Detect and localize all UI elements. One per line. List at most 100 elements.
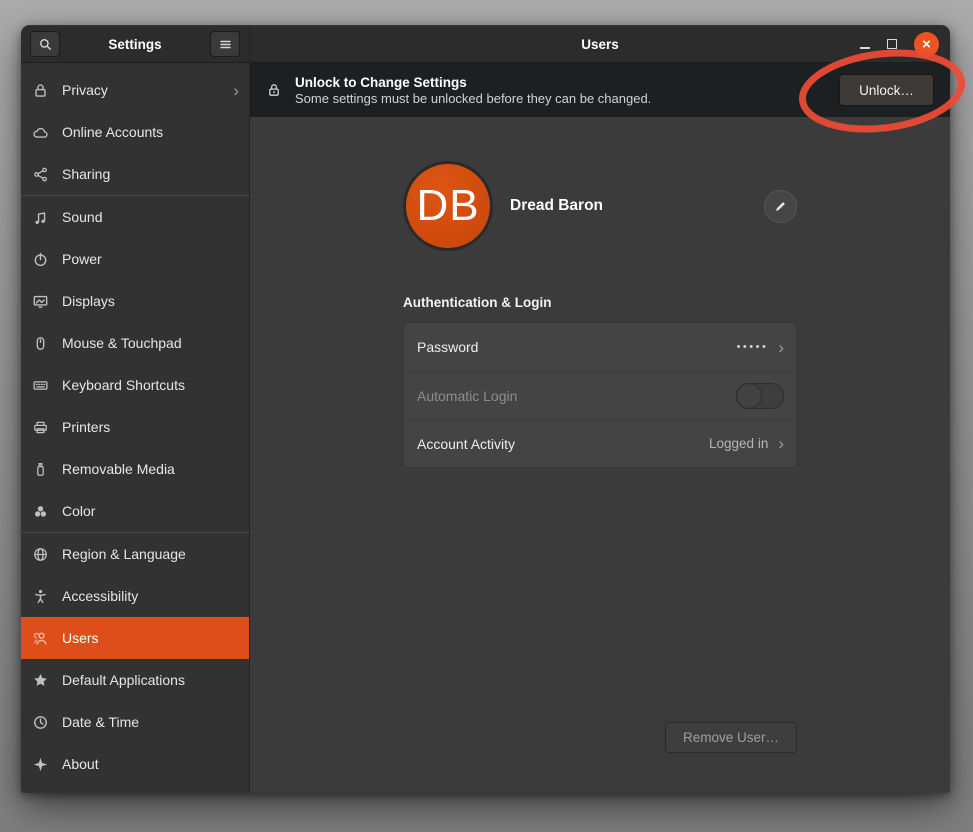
user-full-name: Dread Baron — [510, 197, 603, 215]
sidebar-item-sound[interactable]: Sound — [21, 196, 249, 238]
settings-window: Settings Users × Privacy › — [21, 25, 950, 793]
display-icon — [32, 293, 49, 310]
sidebar-item-label: Mouse & Touchpad — [62, 335, 239, 351]
printer-icon — [32, 419, 49, 436]
sidebar-item-keyboard-shortcuts[interactable]: Keyboard Shortcuts — [21, 364, 249, 406]
sidebar-item-about[interactable]: About — [21, 743, 249, 785]
sidebar-item-label: Keyboard Shortcuts — [62, 377, 239, 393]
sidebar-item-power[interactable]: Power — [21, 238, 249, 280]
globe-icon — [32, 546, 49, 563]
power-icon — [32, 251, 49, 268]
password-value: ••••• — [737, 341, 769, 353]
sidebar-item-displays[interactable]: Displays — [21, 280, 249, 322]
sidebar-item-mouse-touchpad[interactable]: Mouse & Touchpad — [21, 322, 249, 364]
sidebar-item-label: Color — [62, 503, 239, 519]
account-activity-label: Account Activity — [417, 436, 709, 452]
sidebar-item-label: Removable Media — [62, 461, 239, 477]
search-icon — [38, 37, 53, 52]
unlock-button[interactable]: Unlock… — [839, 74, 934, 106]
titlebar-left: Settings — [21, 26, 250, 62]
auth-login-section: Authentication & Login Password ••••• › … — [403, 295, 797, 468]
account-activity-row[interactable]: Account Activity Logged in › — [404, 419, 796, 467]
pencil-icon — [774, 200, 787, 213]
password-label: Password — [417, 339, 737, 355]
titlebar: Settings Users × — [21, 25, 950, 63]
sidebar-item-date-time[interactable]: Date & Time — [21, 701, 249, 743]
sparkle-icon — [32, 756, 49, 773]
maximize-button[interactable] — [887, 39, 897, 49]
sidebar-item-label: Displays — [62, 293, 239, 309]
banner-text: Unlock to Change Settings Some settings … — [295, 75, 651, 106]
keyboard-icon — [32, 377, 49, 394]
star-icon — [32, 672, 49, 689]
bottom-actions: Remove User… — [403, 722, 797, 793]
rename-user-button[interactable] — [764, 190, 797, 223]
sidebar-item-region-language[interactable]: Region & Language — [21, 533, 249, 575]
automatic-login-row: Automatic Login — [404, 371, 796, 419]
sidebar-item-label: Printers — [62, 419, 239, 435]
close-icon: × — [922, 37, 931, 52]
sidebar-item-users[interactable]: Users — [21, 617, 249, 659]
chevron-right-icon: › — [778, 435, 784, 452]
sidebar-item-color[interactable]: Color — [21, 490, 249, 532]
password-row[interactable]: Password ••••• › — [404, 323, 796, 371]
sidebar: Privacy › Online Accounts Sharing — [21, 63, 250, 793]
maximize-icon — [887, 39, 897, 49]
auth-login-list: Password ••••• › Automatic Login — [403, 322, 797, 468]
users-icon — [32, 630, 49, 647]
sidebar-item-label: Power — [62, 251, 239, 267]
lock-icon — [266, 82, 282, 98]
titlebar-right: Users × — [250, 26, 950, 62]
avatar-initials: DB — [416, 181, 479, 231]
banner-title: Unlock to Change Settings — [295, 75, 651, 90]
mouse-icon — [32, 335, 49, 352]
minimize-icon — [860, 47, 870, 49]
window-body: Privacy › Online Accounts Sharing — [21, 63, 950, 793]
remove-user-button[interactable]: Remove User… — [665, 722, 797, 753]
hamburger-icon — [218, 37, 233, 52]
sidebar-item-label: Online Accounts — [62, 124, 239, 140]
account-activity-value: Logged in — [709, 436, 768, 451]
window-controls: × — [860, 32, 939, 57]
sidebar-item-label: Region & Language — [62, 546, 239, 562]
sidebar-item-online-accounts[interactable]: Online Accounts — [21, 111, 249, 153]
users-panel: DB Dread Baron Authentication & Login — [250, 117, 950, 793]
unlock-banner: Unlock to Change Settings Some settings … — [250, 63, 950, 117]
sidebar-item-label: Date & Time — [62, 714, 239, 730]
color-icon — [32, 503, 49, 520]
clock-icon — [32, 714, 49, 731]
automatic-login-label: Automatic Login — [417, 388, 736, 404]
menu-button[interactable] — [210, 31, 240, 57]
flash-drive-icon — [32, 461, 49, 478]
automatic-login-toggle[interactable] — [736, 383, 784, 409]
sidebar-item-label: Sound — [62, 209, 239, 225]
sidebar-item-label: Default Applications — [62, 672, 239, 688]
sidebar-item-printers[interactable]: Printers — [21, 406, 249, 448]
sidebar-title: Settings — [60, 37, 210, 52]
section-title: Authentication & Login — [403, 295, 797, 310]
share-icon — [32, 166, 49, 183]
sidebar-item-removable-media[interactable]: Removable Media — [21, 448, 249, 490]
close-button[interactable]: × — [914, 32, 939, 57]
sidebar-item-accessibility[interactable]: Accessibility — [21, 575, 249, 617]
user-card: DB Dread Baron — [403, 161, 797, 251]
sidebar-item-label: Privacy — [62, 82, 220, 98]
music-note-icon — [32, 209, 49, 226]
sidebar-item-label: Sharing — [62, 166, 239, 182]
sidebar-item-label: About — [62, 756, 239, 772]
avatar[interactable]: DB — [403, 161, 493, 251]
page-title: Users — [250, 37, 950, 52]
toggle-knob — [736, 383, 762, 409]
sidebar-item-label: Users — [62, 630, 239, 646]
cloud-icon — [32, 124, 49, 141]
chevron-right-icon: › — [233, 82, 239, 99]
minimize-button[interactable] — [860, 39, 870, 49]
sidebar-item-default-applications[interactable]: Default Applications — [21, 659, 249, 701]
main-content: Unlock to Change Settings Some settings … — [250, 63, 950, 793]
search-button[interactable] — [30, 31, 60, 57]
sidebar-item-label: Accessibility — [62, 588, 239, 604]
sidebar-item-privacy[interactable]: Privacy › — [21, 69, 249, 111]
lock-icon — [32, 82, 49, 99]
sidebar-item-sharing[interactable]: Sharing — [21, 153, 249, 195]
accessibility-icon — [32, 588, 49, 605]
